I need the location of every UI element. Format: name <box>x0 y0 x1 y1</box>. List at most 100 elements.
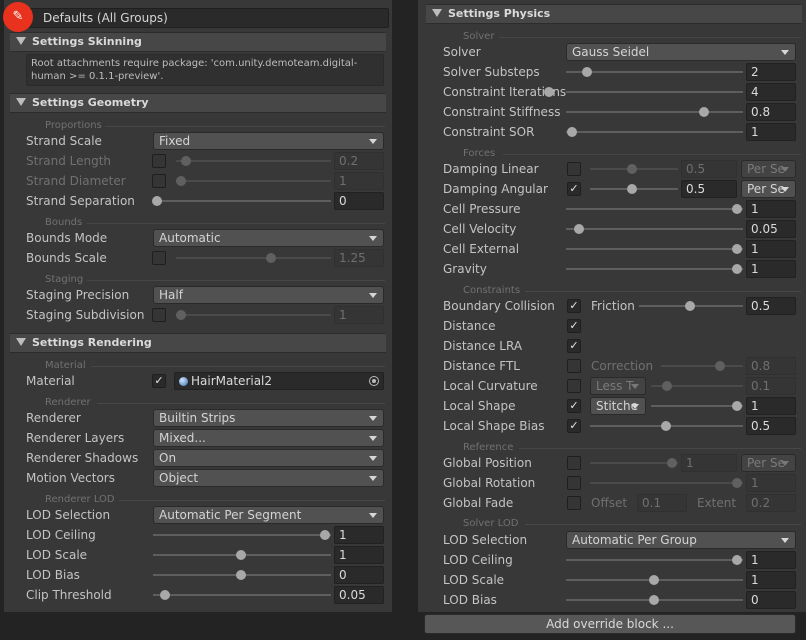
lod-bias-field[interactable]: 0 <box>334 566 384 584</box>
constraint-stiffness-field[interactable]: 0.8 <box>746 103 796 121</box>
material-object-field[interactable]: HairMaterial2 <box>174 372 384 390</box>
staging-subdivision-slider-handle[interactable] <box>176 310 186 320</box>
lod-scale-field[interactable]: 1 <box>334 546 384 564</box>
renderer-dropdown[interactable]: Builtin Strips <box>153 409 384 427</box>
correction-slider-track[interactable] <box>661 365 743 367</box>
cell-external-field[interactable]: 1 <box>746 240 796 258</box>
solver-substeps-slider-track[interactable] <box>566 71 743 73</box>
distance-lra-checkbox[interactable]: ✓ <box>567 339 581 353</box>
local-shape-slider-track[interactable] <box>651 405 743 407</box>
damping-linear-checkbox[interactable] <box>567 162 581 176</box>
bounds-scale-slider-track[interactable] <box>176 257 331 259</box>
distance-ftl-checkbox[interactable] <box>567 359 581 373</box>
group-header[interactable]: Defaults (All Groups) <box>8 8 389 28</box>
solver-lod-scale-slider-handle[interactable] <box>649 575 659 585</box>
lod-selection-dropdown[interactable]: Automatic Per Segment <box>153 506 384 524</box>
global-rotation-checkbox[interactable] <box>567 476 581 490</box>
local-shape-bias-slider-handle[interactable] <box>661 421 671 431</box>
cell-pressure-slider-handle[interactable] <box>732 204 742 214</box>
cell-external-slider-track[interactable] <box>566 248 743 250</box>
friction-slider-handle[interactable] <box>685 301 695 311</box>
constraint-stiffness-slider-handle[interactable] <box>699 107 709 117</box>
clip-threshold-slider-handle[interactable] <box>160 590 170 600</box>
lod-ceiling-field[interactable]: 1 <box>334 526 384 544</box>
staging-subdivision-checkbox[interactable] <box>152 308 166 322</box>
strand-scale-dropdown[interactable]: Fixed <box>153 132 384 150</box>
damping-angular-unit-dropdown[interactable]: Per Se <box>741 180 796 198</box>
global-position-slider-track[interactable] <box>590 462 678 464</box>
bounds-scale-slider-handle[interactable] <box>266 253 276 263</box>
strand-length-field[interactable]: 0.2 <box>334 152 384 170</box>
boundary-collision-checkbox[interactable]: ✓ <box>567 299 581 313</box>
solver-substeps-slider-handle[interactable] <box>582 67 592 77</box>
global-position-field[interactable]: 1 <box>681 454 737 472</box>
global-position-unit-dropdown[interactable]: Per Se <box>741 454 796 472</box>
strand-separation-slider-handle[interactable] <box>152 196 162 206</box>
constraint-sor-slider-handle[interactable] <box>567 127 577 137</box>
settings-skinning-header[interactable]: Settings Skinning <box>10 32 386 52</box>
solver-dropdown[interactable]: Gauss Seidel <box>566 43 796 61</box>
constraint-iterations-field[interactable]: 4 <box>746 83 796 101</box>
global-position-checkbox[interactable] <box>567 456 581 470</box>
distance-checkbox[interactable]: ✓ <box>567 319 581 333</box>
cell-velocity-field[interactable]: 0.05 <box>746 220 796 238</box>
renderer-layers-dropdown[interactable]: Mixed... <box>153 429 384 447</box>
strand-length-checkbox[interactable] <box>152 154 166 168</box>
staging-subdivision-field[interactable]: 1 <box>334 306 384 324</box>
fade-offset-field[interactable]: 0.1 <box>637 494 687 512</box>
correction-slider-handle[interactable] <box>715 361 725 371</box>
strand-diameter-checkbox[interactable] <box>152 174 166 188</box>
target-circle-icon[interactable] <box>369 376 379 386</box>
global-rotation-slider-track[interactable] <box>590 482 743 484</box>
damping-angular-slider-handle[interactable] <box>627 184 637 194</box>
damping-angular-field[interactable]: 0.5 <box>681 180 737 198</box>
motion-vectors-dropdown[interactable]: Object <box>153 469 384 487</box>
edit-highlight[interactable]: ✎ <box>3 2 33 32</box>
cell-pressure-slider-track[interactable] <box>566 208 743 210</box>
solver-lod-selection-dropdown[interactable]: Automatic Per Group <box>566 531 796 549</box>
add-override-block-button[interactable]: Add override block ... <box>424 614 796 634</box>
strand-length-slider-track[interactable] <box>176 160 331 162</box>
strand-diameter-slider-track[interactable] <box>176 180 331 182</box>
strand-length-slider-handle[interactable] <box>181 156 191 166</box>
strand-diameter-field[interactable]: 1 <box>334 172 384 190</box>
lod-ceiling-slider-track[interactable] <box>153 534 331 536</box>
cell-pressure-field[interactable]: 1 <box>746 200 796 218</box>
solver-substeps-field[interactable]: 2 <box>746 63 796 81</box>
damping-linear-slider-handle[interactable] <box>627 164 637 174</box>
strand-separation-slider-track[interactable] <box>153 200 331 202</box>
solver-lod-bias-slider-handle[interactable] <box>649 595 659 605</box>
local-shape-checkbox[interactable]: ✓ <box>567 399 581 413</box>
local-shape-mode-dropdown[interactable]: Stitche <box>590 397 646 415</box>
constraint-stiffness-slider-track[interactable] <box>566 111 743 113</box>
settings-physics-header[interactable]: Settings Physics <box>426 4 802 24</box>
solver-lod-scale-field[interactable]: 1 <box>746 571 796 589</box>
bounds-scale-field[interactable]: 1.25 <box>334 249 384 267</box>
local-curvature-field[interactable]: 0.1 <box>746 377 796 395</box>
clip-threshold-field[interactable]: 0.05 <box>334 586 384 604</box>
local-shape-bias-field[interactable]: 0.5 <box>746 417 796 435</box>
constraint-iterations-slider-track[interactable] <box>566 91 743 93</box>
solver-lod-bias-field[interactable]: 0 <box>746 591 796 609</box>
clip-threshold-slider-track[interactable] <box>153 594 331 596</box>
local-curvature-slider-handle[interactable] <box>662 381 672 391</box>
solver-lod-ceiling-slider-track[interactable] <box>566 559 743 561</box>
gravity-field[interactable]: 1 <box>746 260 796 278</box>
constraint-iterations-slider-handle[interactable] <box>544 87 554 97</box>
solver-lod-ceiling-slider-handle[interactable] <box>732 555 742 565</box>
gravity-slider-handle[interactable] <box>732 264 742 274</box>
staging-precision-dropdown[interactable]: Half <box>153 286 384 304</box>
fade-extent-field[interactable]: 0.2 <box>746 494 796 512</box>
strand-separation-field[interactable]: 0 <box>334 192 384 210</box>
settings-rendering-header[interactable]: Settings Rendering <box>10 333 386 353</box>
cell-velocity-slider-track[interactable] <box>566 228 743 230</box>
material-checkbox[interactable]: ✓ <box>152 374 166 388</box>
local-curvature-checkbox[interactable] <box>567 379 581 393</box>
gravity-slider-track[interactable] <box>566 268 743 270</box>
settings-geometry-header[interactable]: Settings Geometry <box>10 93 386 113</box>
solver-lod-ceiling-field[interactable]: 1 <box>746 551 796 569</box>
staging-subdivision-slider-track[interactable] <box>176 314 331 316</box>
global-rotation-slider-handle[interactable] <box>732 478 742 488</box>
cell-external-slider-handle[interactable] <box>732 244 742 254</box>
bounds-scale-checkbox[interactable] <box>152 251 166 265</box>
